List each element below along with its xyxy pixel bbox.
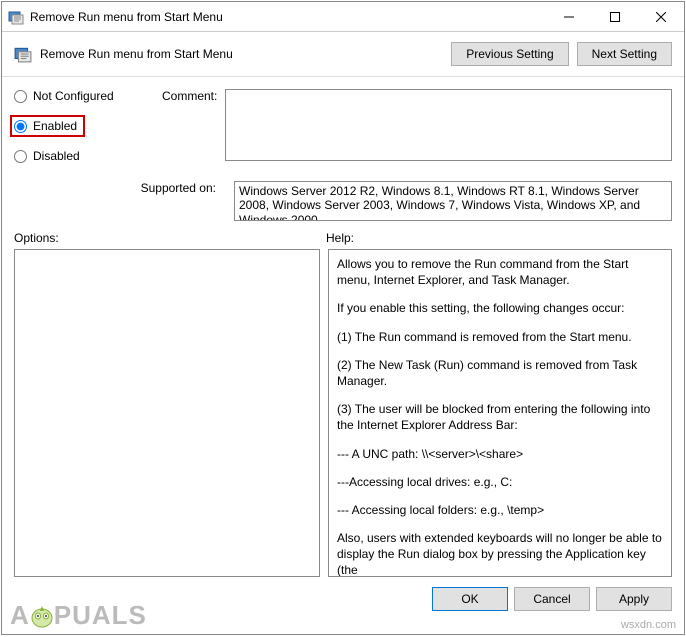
titlebar: Remove Run menu from Start Menu [2,2,684,32]
comment-textarea[interactable] [225,89,672,161]
cancel-button[interactable]: Cancel [514,587,590,611]
close-button[interactable] [638,2,684,31]
header-row: Remove Run menu from Start Menu Previous… [2,32,684,70]
watermark-text-a: A [10,600,30,631]
watermark-logo: A PUALS [10,600,147,631]
radio-enabled-input[interactable] [14,120,27,133]
help-text: Also, users with extended keyboards will… [337,530,663,577]
watermark-text-rest: PUALS [54,600,147,631]
help-text: --- Accessing local folders: e.g., \temp… [337,502,663,518]
next-setting-button[interactable]: Next Setting [577,42,672,66]
policy-icon [14,45,32,63]
options-label: Options: [14,231,326,245]
ok-button[interactable]: OK [432,587,508,611]
supported-on-box[interactable]: Windows Server 2012 R2, Windows 8.1, Win… [234,181,672,221]
maximize-button[interactable] [592,2,638,31]
apply-button[interactable]: Apply [596,587,672,611]
radio-enabled-label: Enabled [33,119,77,133]
help-text: If you enable this setting, the followin… [337,300,663,316]
help-text: Allows you to remove the Run command fro… [337,256,663,288]
minimize-button[interactable] [546,2,592,31]
help-label: Help: [326,231,354,245]
highlight-annotation: Enabled [10,115,85,137]
watermark-mascot-icon [29,603,55,629]
policy-title: Remove Run menu from Start Menu [40,47,233,61]
policy-editor-window: Remove Run menu from Start Menu Remove R… [1,1,685,635]
supported-on-label: Supported on: [14,181,222,195]
help-panel[interactable]: Allows you to remove the Run command fro… [328,249,672,577]
help-text: (3) The user will be blocked from enteri… [337,401,663,433]
radio-disabled[interactable]: Disabled [14,149,144,163]
divider [2,76,684,77]
radio-not-configured-input[interactable] [14,90,27,103]
watermark-url: wsxdn.com [621,619,676,631]
comment-label: Comment: [162,89,217,175]
window-title: Remove Run menu from Start Menu [30,10,546,24]
radio-not-configured-label: Not Configured [33,89,114,103]
help-text: ---Accessing local drives: e.g., C: [337,474,663,490]
radio-disabled-label: Disabled [33,149,80,163]
window-controls [546,2,684,31]
options-panel [14,249,320,577]
radio-enabled[interactable]: Enabled [14,119,77,133]
state-radio-group: Not Configured Enabled Disabled [14,89,144,175]
help-text: (2) The New Task (Run) command is remove… [337,357,663,389]
previous-setting-button[interactable]: Previous Setting [451,42,568,66]
radio-disabled-input[interactable] [14,150,27,163]
radio-not-configured[interactable]: Not Configured [14,89,144,103]
help-text: --- A UNC path: \\<server>\<share> [337,446,663,462]
gpedit-icon [8,9,24,25]
help-text: (1) The Run command is removed from the … [337,329,663,345]
